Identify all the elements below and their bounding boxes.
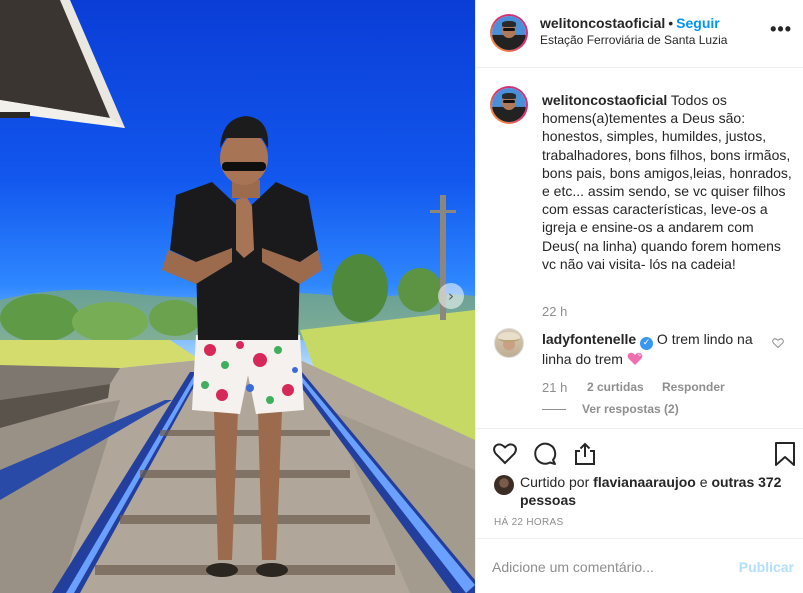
comment-icon[interactable] [532,441,558,467]
follow-button[interactable]: Seguir [676,15,720,31]
replies-divider [542,409,566,410]
caption-text: Todos os homens(a)tementes a Deus são: h… [542,92,792,272]
commenter-username[interactable]: ladyfontenelle [542,331,636,347]
comment: ladyfontenelle ✓ O trem lindo na linha d… [542,330,762,368]
bookmark-icon[interactable] [772,441,798,467]
share-icon[interactable] [572,441,598,467]
header-user-line: welitoncostaoficial • Seguir [540,15,720,31]
separator-dot: • [668,15,674,31]
view-replies-button[interactable]: Ver respostas (2) [582,402,679,416]
caption-author-avatar[interactable] [490,86,528,124]
comment-time: 21 h [542,380,568,395]
caption: welitoncostaoficial Todos os homens(a)te… [542,91,792,273]
post-photo[interactable]: › [0,0,475,593]
post-header: welitoncostaoficial • Seguir Estação Ferro… [476,0,803,68]
likes-text: Curtido por flavianaaraujoo e outras 372… [520,473,790,510]
caption-author-username[interactable]: welitoncostaoficial [542,92,667,108]
pink-heart-emoji-icon [627,352,643,365]
comment-likes-count[interactable]: 2 curtidas [587,380,644,394]
comment-like-heart-icon[interactable] [772,337,784,349]
comments-area[interactable]: welitoncostaoficial Todos os homens(a)te… [476,69,803,427]
heart-icon[interactable] [492,441,518,467]
post-sidebar: welitoncostaoficial • Seguir Estação Ferro… [475,0,803,593]
photo-scene [0,0,475,593]
location-link[interactable]: Estação Ferroviária de Santa Luzia [540,33,727,47]
add-comment-bar: Publicar [476,538,803,593]
verified-badge-icon: ✓ [640,337,654,350]
post-actions: Curtido por flavianaaraujoo e outras 372… [476,428,803,538]
more-options-icon[interactable]: ••• [770,20,792,38]
commenter-avatar[interactable] [494,328,524,358]
liker-avatar[interactable] [494,475,514,495]
author-avatar[interactable] [490,14,528,52]
caption-time: 22 h [542,304,568,319]
author-username[interactable]: welitoncostaoficial [540,15,665,31]
likes-middle: e [695,474,712,490]
liker-username[interactable]: flavianaaraujoo [593,474,696,490]
publish-button[interactable]: Publicar [739,559,794,575]
next-photo-button[interactable]: › [438,283,464,309]
comment-input[interactable] [492,556,732,578]
reply-button[interactable]: Responder [662,380,725,394]
post-timestamp[interactable]: HÁ 22 HORAS [494,517,563,528]
likes-prefix: Curtido por [520,474,594,490]
